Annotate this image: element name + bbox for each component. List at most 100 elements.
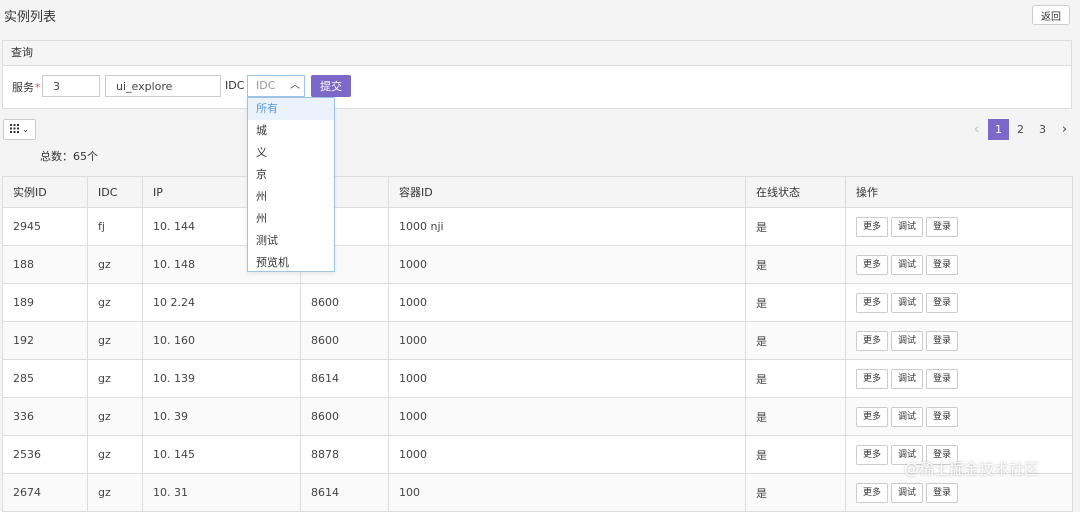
more-button[interactable]: 更多 (856, 216, 889, 237)
idc-option[interactable]: 预览机 (248, 252, 334, 274)
page-2-button[interactable]: 2 (1010, 119, 1031, 140)
table-row: 285 gz 10. 139 8614 1000 是更多 调试 登录 (2, 359, 1073, 398)
idc-option[interactable]: 测试 (248, 230, 334, 252)
idc-option[interactable]: 京 (248, 164, 334, 186)
cell-ip: 10. 31 (142, 473, 301, 512)
column-header: 操作 (845, 176, 1073, 208)
chevron-up-icon: ︿ (290, 80, 300, 91)
more-button[interactable]: 更多 (856, 254, 889, 275)
debug-button[interactable]: 调试 (891, 292, 924, 313)
prev-page-icon[interactable]: ‹ (966, 119, 987, 140)
cell-idc: fj (87, 207, 143, 246)
query-panel-title: 查询 (3, 41, 1071, 66)
more-button[interactable]: 更多 (856, 330, 889, 351)
cell-status: 是 (745, 283, 846, 322)
more-button[interactable]: 更多 (856, 482, 889, 503)
more-button[interactable]: 更多 (856, 292, 889, 313)
login-button[interactable]: 登录 (926, 292, 959, 313)
query-panel: 查询 服务* IDC IDC ︿ 提交 (2, 40, 1072, 109)
cell-status: 是 (745, 207, 846, 246)
chevron-down-icon: ⌄ (21, 124, 30, 135)
debug-button[interactable]: 调试 (891, 406, 924, 427)
idc-option[interactable]: 城 (248, 120, 334, 142)
cell-idc: gz (87, 473, 143, 512)
cell-id: 2536 (2, 435, 88, 474)
cell-idc: gz (87, 321, 143, 360)
cell-status: 是 (745, 359, 846, 398)
column-header: IDC (87, 176, 143, 208)
table-row: 2945 fj 10. 144 1000 nji 是更多 调试 登录 (2, 207, 1073, 246)
cell-status: 是 (745, 245, 846, 284)
pagination: ‹ 1 2 3 › (966, 119, 1076, 140)
cell-ip: 10. 145 (142, 435, 301, 474)
login-button[interactable]: 登录 (926, 482, 959, 503)
idc-select[interactable]: IDC ︿ (247, 75, 305, 97)
page-1-button[interactable]: 1 (988, 119, 1009, 140)
cell-ip: 10. 39 (142, 397, 301, 436)
cell-actions: 更多 调试 登录 (845, 207, 1073, 246)
idc-option[interactable]: 州 (248, 186, 334, 208)
cell-ip: 10 2.24 (142, 283, 301, 322)
cell-port: 8878 (300, 435, 389, 474)
idc-select-value: IDC (256, 79, 276, 92)
more-button[interactable]: 更多 (856, 406, 889, 427)
service-id-input[interactable] (42, 75, 100, 97)
back-button[interactable]: 返回 (1032, 5, 1070, 25)
login-button[interactable]: 登录 (926, 254, 959, 275)
cell-ip: 10. 139 (142, 359, 301, 398)
debug-button[interactable]: 调试 (891, 254, 924, 275)
debug-button[interactable]: 调试 (891, 330, 924, 351)
cell-port: 8600 (300, 283, 389, 322)
login-button[interactable]: 登录 (926, 216, 959, 237)
cell-status: 是 (745, 435, 846, 474)
table-row: 188 gz 10. 148 1000 是更多 调试 登录 (2, 245, 1073, 284)
cell-id: 192 (2, 321, 88, 360)
cell-port: 8600 (300, 321, 389, 360)
idc-label: IDC (225, 79, 245, 92)
debug-button[interactable]: 调试 (891, 482, 924, 503)
cell-idc: gz (87, 435, 143, 474)
table-row: 192 gz 10. 160 8600 1000 是更多 调试 登录 (2, 321, 1073, 360)
watermark: @稀土掘金技术社区 (904, 460, 1040, 478)
debug-button[interactable]: 调试 (891, 216, 924, 237)
cell-id: 188 (2, 245, 88, 284)
cell-actions: 更多 调试 登录 (845, 397, 1073, 436)
cell-actions: 更多 调试 登录 (845, 473, 1073, 512)
cell-port: 8600 (300, 397, 389, 436)
debug-button[interactable]: 调试 (891, 368, 924, 389)
column-header: 实例ID (2, 176, 88, 208)
login-button[interactable]: 登录 (926, 406, 959, 427)
cell-actions: 更多 调试 登录 (845, 359, 1073, 398)
next-page-icon[interactable]: › (1054, 119, 1075, 140)
idc-option[interactable]: 义 (248, 142, 334, 164)
cell-container: 1000 (388, 397, 746, 436)
cell-id: 2945 (2, 207, 88, 246)
more-button[interactable]: 更多 (856, 368, 889, 389)
cell-actions: 更多 调试 登录 (845, 283, 1073, 322)
idc-option[interactable]: 州 (248, 208, 334, 230)
cell-container: 1000 nji (388, 207, 746, 246)
cell-idc: gz (87, 245, 143, 284)
more-button[interactable]: 更多 (856, 444, 889, 465)
submit-button[interactable]: 提交 (311, 75, 351, 97)
cell-ip: 10. 160 (142, 321, 301, 360)
cell-container: 1000 (388, 245, 746, 284)
cell-idc: gz (87, 397, 143, 436)
cell-container: 1000 (388, 283, 746, 322)
cell-idc: gz (87, 359, 143, 398)
cell-status: 是 (745, 473, 846, 512)
cell-container: 1000 (388, 435, 746, 474)
idc-option[interactable]: 所有 (248, 98, 334, 120)
cell-id: 189 (2, 283, 88, 322)
idc-dropdown: 所有城义京州州测试 预览机 (247, 97, 335, 272)
login-button[interactable]: 登录 (926, 330, 959, 351)
login-button[interactable]: 登录 (926, 368, 959, 389)
total-count: 总数：65个 (40, 150, 98, 163)
service-name-input[interactable] (105, 75, 221, 97)
required-mark: * (35, 81, 41, 94)
column-toggle-button[interactable]: ⌄ (3, 119, 36, 140)
table-row: 189 gz 10 2.24 8600 1000 是更多 调试 登录 (2, 283, 1073, 322)
column-header: 在线状态 (745, 176, 846, 208)
cell-container: 100 (388, 473, 746, 512)
page-3-button[interactable]: 3 (1032, 119, 1053, 140)
